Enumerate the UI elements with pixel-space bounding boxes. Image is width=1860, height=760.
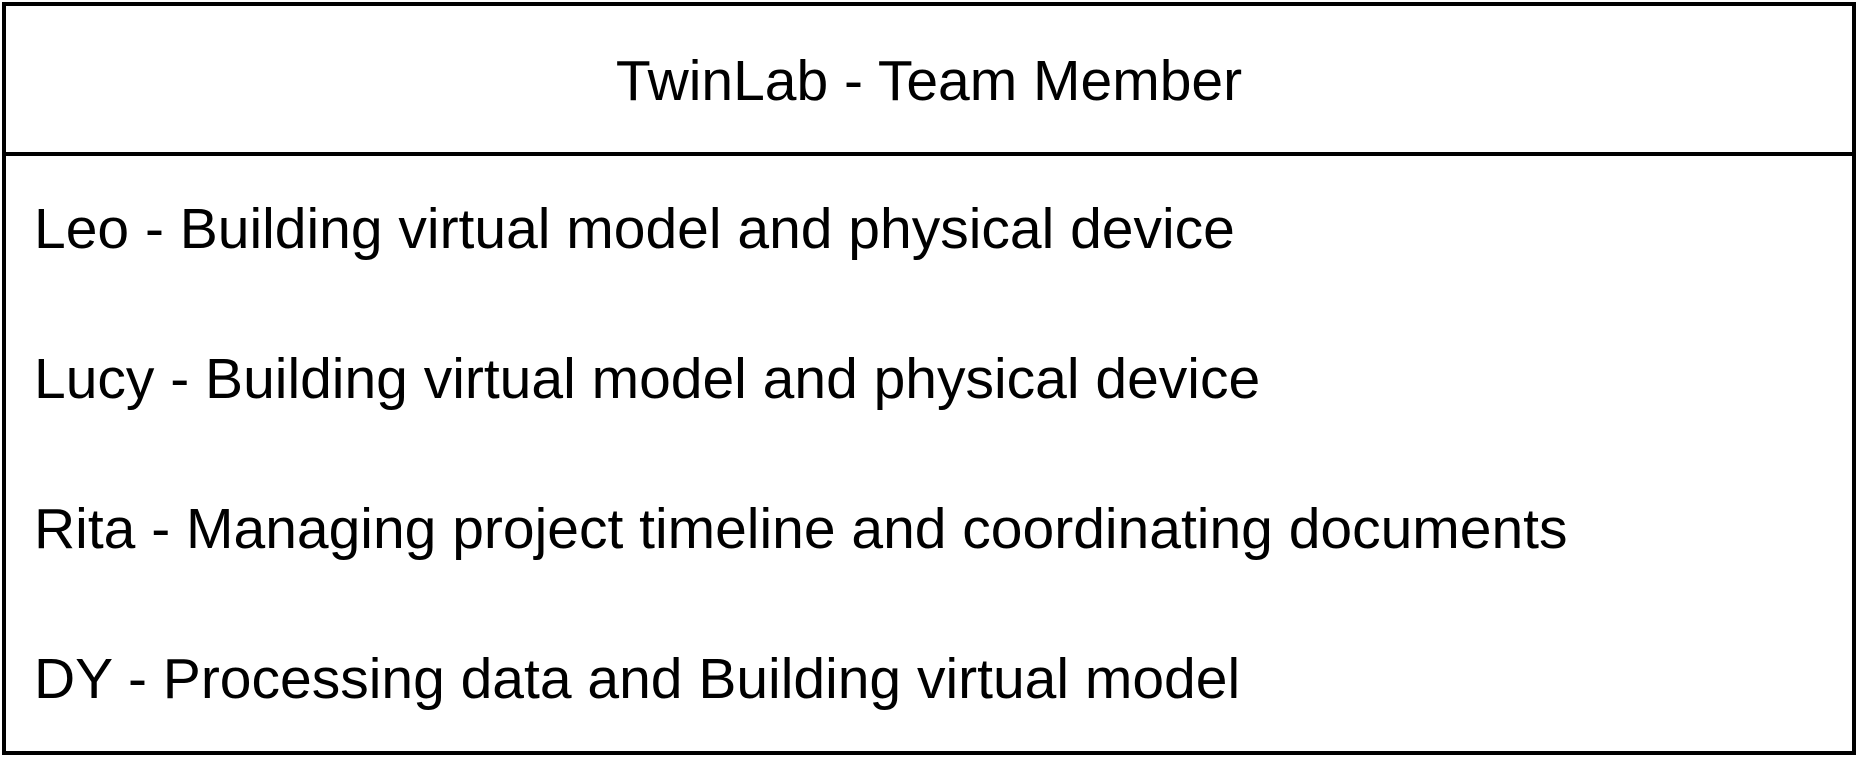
member-item-rita: Rita - Managing project timeline and coo… [34,497,1568,561]
member-item-lucy: Lucy - Building virtual model and physic… [34,347,1261,411]
member-item-leo: Leo - Building virtual model and physica… [34,197,1235,261]
card-header: TwinLab - Team Member [6,6,1852,156]
card-title: TwinLab - Team Member [615,48,1243,113]
team-member-card: TwinLab - Team Member Leo - Building vir… [2,2,1856,755]
member-item-dy: DY - Processing data and Building virtua… [34,647,1241,711]
member-list: Leo - Building virtual model and physica… [6,156,1852,751]
